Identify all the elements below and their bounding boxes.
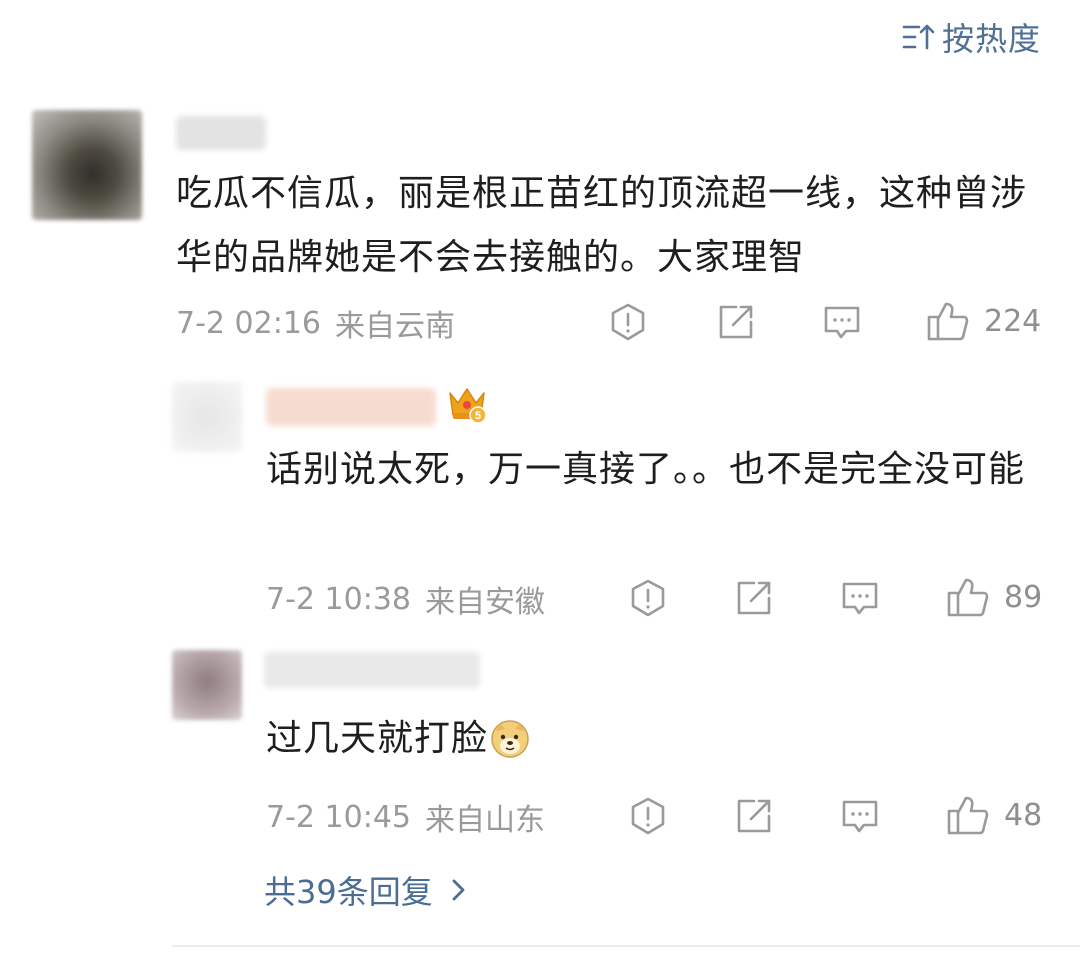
comment-location: 来自云南 <box>335 309 455 344</box>
username[interactable] <box>266 388 436 426</box>
reply-meta: 7-2 10:38 来自安徽 <box>266 577 545 621</box>
like-button[interactable]: 224 <box>926 300 1041 342</box>
reply-location: 来自安徽 <box>425 585 545 620</box>
sort-icon <box>902 24 935 50</box>
like-button[interactable]: 89 <box>946 576 1042 618</box>
reply-text: 话别说太死，万一真接了。。也不是完全没可能 <box>266 449 1026 490</box>
sort-by-hot-button[interactable]: 按热度 <box>902 16 1041 58</box>
username[interactable] <box>264 652 480 688</box>
avatar[interactable] <box>172 650 242 720</box>
reply-location: 来自山东 <box>425 803 545 838</box>
comment-icon[interactable] <box>840 796 880 836</box>
share-icon[interactable] <box>734 796 774 836</box>
avatar[interactable] <box>172 382 242 452</box>
reply-time: 7-2 10:38 <box>266 581 411 617</box>
username[interactable] <box>176 116 266 150</box>
view-all-replies-link[interactable]: 共39条回复 <box>264 866 469 914</box>
chevron-right-icon <box>452 879 465 901</box>
like-count: 224 <box>984 303 1042 339</box>
avatar[interactable] <box>32 110 142 220</box>
sort-label: 按热度 <box>942 20 1042 58</box>
divider <box>172 945 1080 947</box>
doge-emoji-icon <box>491 720 529 758</box>
reply-text: 过几天就打脸 <box>266 718 489 759</box>
like-count: 48 <box>1004 797 1043 833</box>
crown-badge-icon: 5 <box>449 388 487 424</box>
more-replies-label: 共39条回复 <box>264 873 433 911</box>
share-icon[interactable] <box>716 302 756 342</box>
share-icon[interactable] <box>734 578 774 618</box>
reply-meta: 7-2 10:45 来自山东 <box>266 795 545 839</box>
thumbs-up-icon <box>947 796 989 835</box>
like-button[interactable]: 48 <box>946 794 1042 836</box>
comment-icon[interactable] <box>822 302 862 342</box>
svg-text:5: 5 <box>475 410 481 422</box>
comment-icon[interactable] <box>840 578 880 618</box>
report-icon[interactable] <box>628 796 668 836</box>
comment-time: 7-2 02:16 <box>176 305 321 341</box>
thumbs-up-icon <box>927 302 969 341</box>
thumbs-up-icon <box>947 578 989 617</box>
report-icon[interactable] <box>628 578 668 618</box>
reply-text-row: 过几天就打脸 <box>266 707 1046 771</box>
comment-text: 吃瓜不信瓜，丽是根正苗红的顶流超一线，这种曾涉华的品牌她是不会去接触的。大家理智 <box>176 173 1028 278</box>
report-icon[interactable] <box>608 302 648 342</box>
reply-time: 7-2 10:45 <box>266 799 411 835</box>
like-count: 89 <box>1004 579 1043 615</box>
comment-meta: 7-2 02:16 来自云南 <box>176 301 455 345</box>
